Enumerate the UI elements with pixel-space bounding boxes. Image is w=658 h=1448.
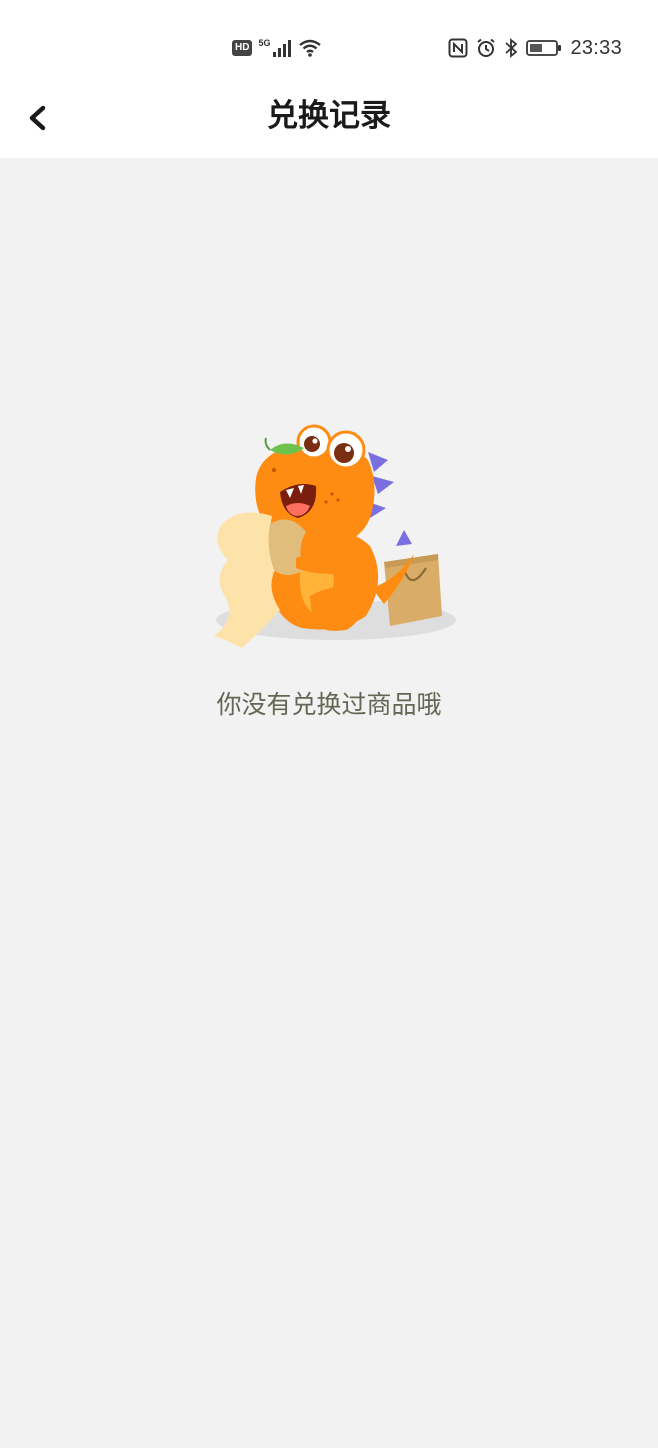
bluetooth-icon bbox=[505, 38, 518, 58]
status-bar-left: HD 5G bbox=[232, 36, 322, 60]
content-area: 你没有兑换过商品哦 bbox=[0, 158, 658, 1448]
hd-icon: HD bbox=[232, 40, 253, 56]
status-time: 23:33 bbox=[570, 36, 622, 59]
alarm-icon bbox=[477, 38, 496, 57]
network-type-label: 5G bbox=[258, 38, 271, 48]
status-bar: HD 5G 23:33 bbox=[0, 0, 658, 80]
battery-icon bbox=[526, 40, 562, 56]
page-title: 兑换记录 bbox=[267, 98, 391, 134]
empty-state-message: 你没有兑换过商品哦 bbox=[216, 690, 442, 719]
status-bar-right: 23:33 bbox=[448, 36, 622, 60]
wifi-icon bbox=[299, 39, 322, 57]
nfc-icon bbox=[448, 38, 468, 58]
dinosaur-illustration bbox=[214, 424, 456, 648]
nav-bar: 兑换记录 bbox=[0, 80, 658, 158]
signal-icon bbox=[273, 40, 292, 57]
